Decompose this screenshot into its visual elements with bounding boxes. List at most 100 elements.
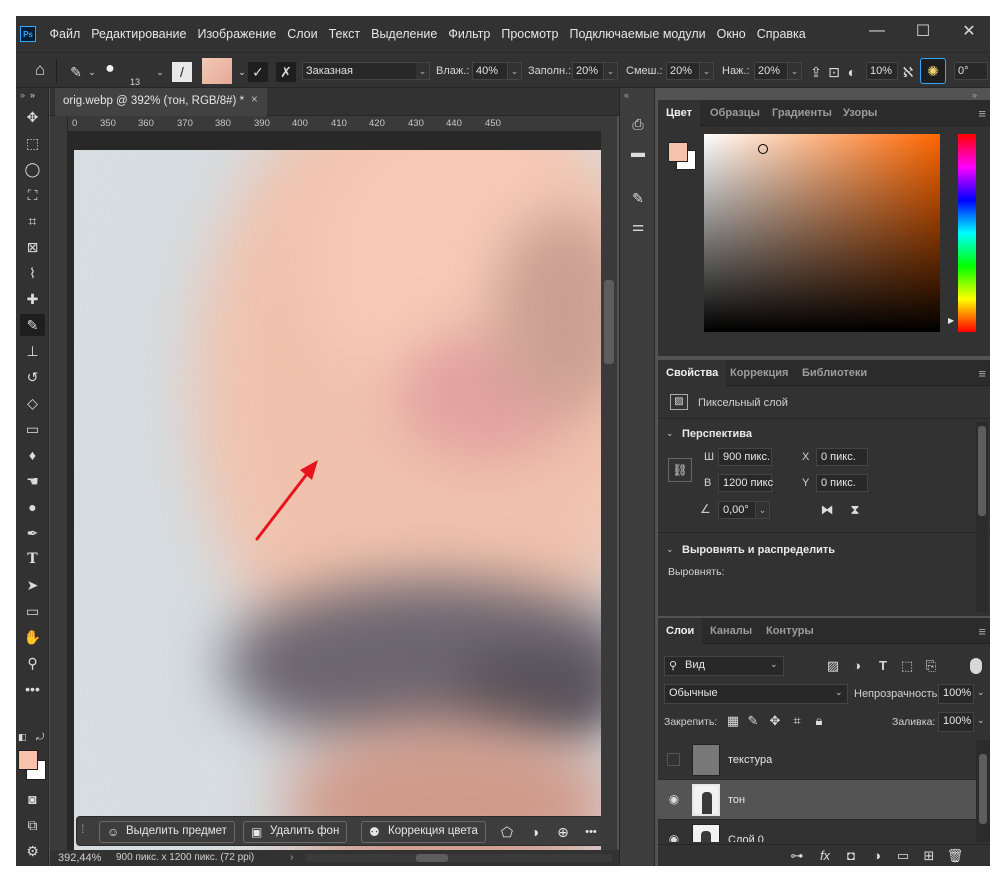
smoothing-options-icon[interactable]: ℵ [898, 62, 918, 82]
hue-slider-marker[interactable]: ▶ [948, 316, 954, 325]
lock-artboard-icon[interactable]: ⌗ [788, 712, 806, 730]
lock-pixels-icon[interactable]: ✎ [744, 712, 762, 730]
color-correction-button[interactable]: ⚉ Коррекция цвета [361, 821, 486, 843]
chevron-down-icon[interactable]: ⌄ [700, 62, 714, 80]
tab-patterns[interactable]: Узоры [835, 100, 885, 126]
opacity-input[interactable]: 100% [938, 684, 974, 704]
eraser-tool-icon[interactable]: ◇ [20, 392, 45, 414]
horizontal-scrollbar[interactable] [306, 854, 612, 862]
lock-transparency-icon[interactable]: ▦ [724, 712, 742, 730]
document-tab[interactable]: orig.webp @ 392% (тон, RGB/8#) * × [55, 88, 267, 116]
document-info[interactable]: 900 пикс. x 1200 пикс. (72 ppi) [116, 852, 254, 863]
tab-channels[interactable]: Каналы [702, 618, 760, 644]
swap-colors-icon[interactable]: ⤾ [36, 732, 48, 744]
path-selection-tool-icon[interactable]: ➤ [20, 574, 45, 596]
stamp-tool-icon[interactable]: ⊥ [20, 340, 45, 362]
history-panel-icon[interactable]: ⎙ [628, 114, 648, 134]
filter-adjustment-icon[interactable]: ◑ [848, 657, 866, 675]
visibility-toggle-off[interactable] [667, 753, 680, 766]
panel-menu-icon[interactable]: ≡ [978, 624, 986, 639]
menu-edit[interactable]: Редактирование [86, 27, 192, 41]
healing-brush-tool-icon[interactable]: ✚ [20, 288, 45, 310]
collapse-icon[interactable]: « [624, 90, 629, 100]
pen-tool-icon[interactable]: ✒ [20, 522, 45, 544]
flip-horizontal-icon[interactable]: ⧓ [818, 501, 836, 519]
menu-file[interactable]: Файл [44, 27, 86, 41]
chevron-down-icon[interactable]: ⌄ [666, 428, 674, 439]
quick-mask-icon[interactable]: ◙ [20, 788, 45, 810]
link-layers-icon[interactable]: ⊶ [788, 847, 806, 865]
menu-select[interactable]: Выделение [366, 27, 443, 41]
color-picker-marker[interactable] [758, 144, 768, 154]
trash-icon[interactable]: 🗑︎ [946, 847, 964, 865]
scrollbar-thumb[interactable] [979, 754, 987, 824]
height-input[interactable]: 1200 пикс [718, 474, 773, 492]
object-selection-tool-icon[interactable]: ⛶ [20, 184, 45, 206]
fx-icon[interactable]: fx [816, 847, 834, 865]
tab-adjustments[interactable]: Коррекция [722, 360, 796, 386]
align-section-title[interactable]: Выровнять и распределить [682, 544, 835, 556]
tab-gradients[interactable]: Градиенты [764, 100, 840, 126]
remove-background-button[interactable]: ▣ Удалить фон [243, 821, 348, 843]
brush-settings-icon[interactable]: / [172, 62, 192, 82]
layers-scrollbar[interactable] [976, 740, 990, 842]
blur-tool-icon[interactable]: ♦ [20, 444, 45, 466]
pressure-icon[interactable]: ◐ [842, 62, 862, 82]
menu-view[interactable]: Просмотр [496, 27, 564, 41]
scrollbar-thumb[interactable] [978, 426, 986, 516]
hue-slider[interactable] [958, 134, 976, 332]
zoom-level[interactable]: 392,44% [58, 852, 101, 864]
mix-input[interactable]: 20% [666, 62, 700, 80]
chevron-down-icon[interactable]: ⌄ [770, 659, 778, 670]
properties-scrollbar[interactable] [976, 422, 988, 612]
eye-icon[interactable]: ◉ [666, 832, 682, 842]
scrollbar-thumb[interactable] [416, 854, 448, 862]
chevron-down-icon[interactable]: ⌄ [604, 62, 618, 80]
chevron-down-icon[interactable]: ⌄ [835, 687, 843, 698]
airbrush-icon[interactable]: ⇪ [806, 62, 826, 82]
transform-icon[interactable]: ⬠ [497, 822, 517, 842]
mixer-brush-tool-icon[interactable]: ✎ [20, 314, 45, 336]
chevron-down-icon[interactable]: ⌄ [977, 687, 985, 698]
vertical-scrollbar[interactable] [601, 116, 617, 850]
collapse-icon[interactable]: » [20, 90, 25, 100]
x-input[interactable]: 0 пикс. [816, 448, 868, 466]
filter-type-icon[interactable]: T [874, 657, 892, 675]
history-brush-tool-icon[interactable]: ↺ [20, 366, 45, 388]
home-icon[interactable]: ⌂ [30, 60, 50, 80]
lock-position-icon[interactable]: ✥ [766, 712, 784, 730]
adjustment-layer-icon[interactable]: ◑ [868, 847, 886, 865]
saturation-value-field[interactable] [704, 134, 940, 332]
dodge-tool-icon[interactable]: ● [20, 496, 45, 518]
adjustment-icon[interactable]: ◑ [525, 822, 545, 842]
rectangle-tool-icon[interactable]: ▭ [20, 600, 45, 622]
panel-menu-icon[interactable]: ≡ [978, 366, 986, 381]
chevron-down-icon[interactable]: ⌄ [508, 62, 522, 80]
lasso-tool-icon[interactable]: ◯ [20, 158, 45, 180]
screen-mode-icon[interactable]: ⧉ [20, 814, 45, 836]
chevron-down-icon[interactable]: ⌄ [416, 62, 430, 80]
load-input[interactable]: 20% [572, 62, 604, 80]
eye-icon[interactable]: ◉ [666, 792, 682, 808]
eyedropper-tool-icon[interactable]: ⌇ [20, 262, 45, 284]
close-tab-icon[interactable]: × [251, 94, 258, 106]
gradient-tool-icon[interactable]: ▭ [20, 418, 45, 440]
collapse-icon[interactable]: » [972, 90, 977, 100]
tab-properties[interactable]: Свойства [658, 360, 727, 386]
brushes-panel-icon[interactable]: ✎ [628, 188, 648, 208]
transform-section-title[interactable]: Перспектива [682, 428, 752, 440]
filter-toggle[interactable] [970, 658, 982, 674]
brush-tip-icon[interactable]: ● [100, 59, 120, 79]
menu-type[interactable]: Текст [323, 27, 365, 41]
tab-color[interactable]: Цвет [658, 100, 701, 126]
move-tool-icon[interactable]: ✥ [20, 106, 45, 128]
menu-plugins[interactable]: Подключаемые модули [564, 27, 711, 41]
angle-input[interactable]: 0° [954, 62, 988, 80]
frame-tool-icon[interactable]: ⊠ [20, 236, 45, 258]
filter-pixel-icon[interactable]: ▨ [824, 657, 842, 675]
foreground-color-swatch[interactable] [668, 142, 688, 162]
drag-handle-icon[interactable]: ⁞ [81, 822, 84, 836]
brush-settings-panel-icon[interactable]: ⚌ [628, 216, 648, 236]
angle-input[interactable]: 0,00° [718, 501, 756, 519]
layer-row-tone[interactable]: ◉ тон [658, 780, 976, 820]
